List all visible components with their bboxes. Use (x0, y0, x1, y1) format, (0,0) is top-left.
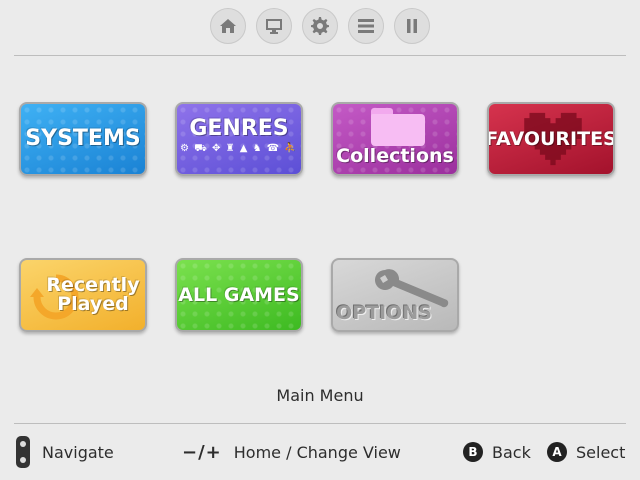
collections-label: Collections (336, 144, 454, 167)
genre-icons: ⚙ ⛟ ✥ ♜ ▲ ♞ ☎ ⛹ (180, 143, 298, 154)
a-button-icon: A (547, 442, 567, 462)
joycon-icon (16, 436, 30, 468)
options-label: OPTIONS (336, 301, 432, 324)
minus-plus-icon: −/+ (182, 441, 222, 463)
display-button[interactable] (256, 8, 292, 44)
favourites-tile[interactable]: FAVOURITES (487, 102, 615, 176)
select-label: Select (576, 442, 626, 462)
all-games-tile[interactable]: ALL GAMES (175, 258, 303, 332)
systems-tile[interactable]: SYSTEMS (19, 102, 147, 176)
gear-icon (311, 17, 329, 35)
home-icon (220, 19, 236, 33)
systems-label: SYSTEMS (25, 126, 141, 151)
favourites-label: FAVOURITES (487, 127, 615, 150)
pause-button[interactable] (394, 8, 430, 44)
folder-icon (371, 108, 425, 146)
home-button[interactable] (210, 8, 246, 44)
genres-tile[interactable]: GENRES ⚙ ⛟ ✥ ♜ ▲ ♞ ☎ ⛹ (175, 102, 303, 176)
bottom-divider (14, 423, 626, 424)
navigate-hint: Navigate (16, 436, 114, 468)
b-button-icon: B (463, 442, 483, 462)
recently-played-tile[interactable]: Recently Played (19, 258, 147, 332)
options-tile[interactable]: OPTIONS (331, 258, 459, 332)
home-label: Home / Change View (233, 442, 401, 462)
top-divider (14, 55, 626, 56)
back-label: Back (492, 442, 531, 462)
genres-label: GENRES (189, 116, 289, 141)
menu-icon (358, 19, 374, 33)
recently-played-label: Recently Played (46, 274, 140, 315)
pause-icon (407, 19, 417, 33)
monitor-icon (266, 19, 282, 34)
select-hint: A Select (547, 441, 625, 463)
collections-tile[interactable]: Collections (331, 102, 459, 176)
navigate-label: Navigate (42, 442, 114, 462)
settings-button[interactable] (302, 8, 338, 44)
all-games-label: ALL GAMES (178, 283, 300, 306)
back-hint: B Back (463, 441, 531, 463)
top-toolbar (0, 8, 640, 48)
list-menu-button[interactable] (348, 8, 384, 44)
home-hint: −/+ Home / Change View (182, 441, 401, 463)
menu-title: Main Menu (276, 386, 364, 405)
